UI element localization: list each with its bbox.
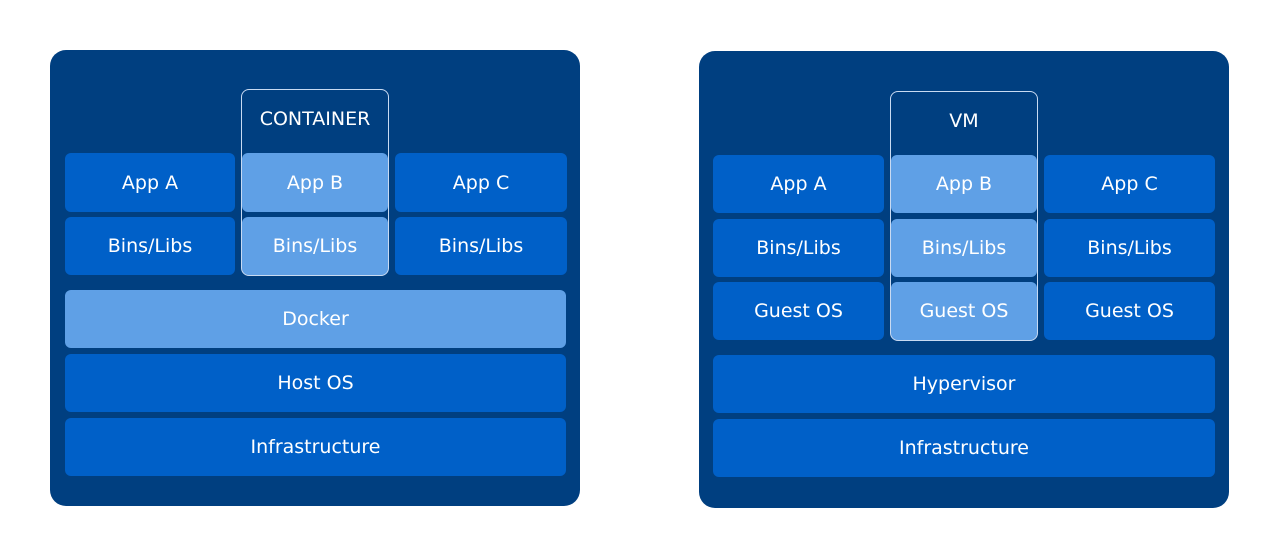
container-frame [241,89,389,276]
vm-bins-libs-a-block: Bins/Libs [713,219,884,277]
infrastructure-layer: Infrastructure [65,418,566,476]
guest-os-c-block: Guest OS [1044,282,1215,340]
vm-app-c-block: App C [1044,155,1215,213]
bins-libs-a-block: Bins/Libs [65,217,235,275]
vm-frame [890,91,1038,341]
guest-os-a-block: Guest OS [713,282,884,340]
vm-bins-libs-c-block: Bins/Libs [1044,219,1215,277]
bins-libs-c-block: Bins/Libs [395,217,567,275]
app-a-block: App A [65,153,235,212]
app-c-block: App C [395,153,567,212]
docker-layer: Docker [65,290,566,348]
hypervisor-layer: Hypervisor [713,355,1215,413]
vm-app-a-block: App A [713,155,884,213]
vm-infrastructure-layer: Infrastructure [713,419,1215,477]
host-os-layer: Host OS [65,354,566,412]
